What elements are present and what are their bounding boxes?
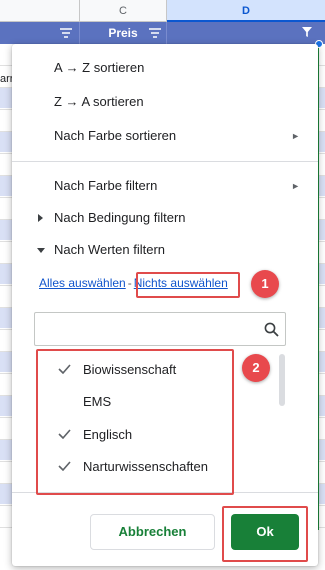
highlight-value-list (36, 349, 234, 495)
value-list-scrollbar[interactable] (279, 354, 285, 406)
filter-icon[interactable] (60, 28, 72, 38)
menu-item-label: Nach Farbe sortieren (54, 128, 177, 143)
row-tint (0, 132, 12, 152)
row-tint (0, 440, 12, 460)
menu-item-filter-by-condition[interactable]: Nach Bedingung filtern (12, 202, 318, 234)
menu-item-filter-by-values[interactable]: Nach Werten filtern (12, 234, 318, 266)
select-all-link[interactable]: Alles auswählen (39, 276, 126, 290)
table-header-row: Preis (0, 22, 325, 44)
link-separator: - (127, 276, 132, 290)
menu-item-sort-by-color[interactable]: Nach Farbe sortieren ► (12, 120, 318, 152)
filter-icon[interactable] (149, 28, 161, 38)
highlight-ok-button (222, 506, 308, 562)
step-badge-2: 2 (242, 354, 270, 382)
expanded-triangle-icon (37, 248, 45, 253)
highlight-select-none (136, 272, 240, 298)
step-badge-1: 1 (251, 270, 279, 298)
value-search-input[interactable] (34, 312, 286, 346)
header-price-label: Preis (108, 26, 138, 40)
cancel-button[interactable]: Abbrechen (90, 514, 215, 550)
menu-item-label: Nach Farbe filtern (54, 178, 158, 193)
header-cell-b[interactable] (0, 22, 80, 44)
submenu-arrow-icon: ► (291, 131, 300, 141)
column-header-d[interactable]: D (167, 0, 325, 22)
collapsed-triangle-icon (38, 214, 43, 222)
menu-item-filter-by-color[interactable]: Nach Farbe filtern ► (12, 170, 318, 202)
row-tint (0, 308, 12, 328)
submenu-arrow-icon: ► (291, 181, 300, 191)
header-cell-d[interactable] (167, 22, 325, 44)
filter-active-icon[interactable] (301, 27, 313, 37)
row-tint (0, 88, 12, 108)
column-header-c[interactable]: C (80, 0, 167, 22)
search-icon (264, 322, 279, 337)
row-tint (0, 396, 12, 416)
column-header-bar: C D (0, 0, 325, 22)
screen: C D Preis arr A → Z sortieren Z → A sort… (0, 0, 325, 570)
row-tint (0, 264, 12, 284)
row-tint (0, 484, 12, 504)
menu-item-label: Nach Bedingung filtern (54, 210, 186, 225)
menu-item-sort-za[interactable]: Z → A sortieren (12, 86, 318, 118)
row-tint (0, 220, 12, 240)
menu-item-sort-az[interactable]: A → Z sortieren (12, 52, 318, 84)
menu-divider (12, 161, 318, 162)
row-tint (0, 352, 12, 372)
header-cell-price[interactable]: Preis (80, 22, 167, 44)
column-header-b[interactable] (0, 0, 80, 22)
menu-item-label: Nach Werten filtern (54, 242, 166, 257)
row-tint (0, 176, 12, 196)
